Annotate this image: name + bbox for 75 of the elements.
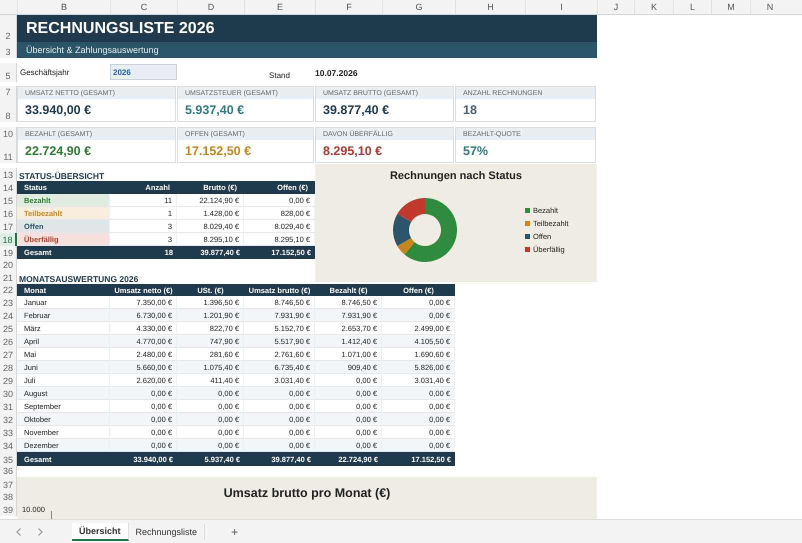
row-header[interactable]: 3 [0,42,17,58]
row-header[interactable]: 29 [0,374,17,387]
row-header[interactable]: 36 [0,466,17,477]
sheet-title: RECHNUNGSLISTE 2026 [17,15,597,42]
column-header[interactable]: M [711,0,750,14]
sheet-tab[interactable]: Übersicht [72,522,129,540]
kpi-value: 22.724,90 € [25,144,92,158]
fiscal-year-field[interactable]: 2026 [110,64,177,80]
kpi-value: 33.940,00 € [25,103,92,117]
row-header[interactable]: 24 [0,309,17,322]
row-header[interactable]: 26 [0,335,17,348]
add-sheet-button[interactable]: + [227,524,242,538]
row-header[interactable]: 11 [0,140,17,163]
row-header[interactable]: 38 [0,491,17,503]
row-header[interactable]: 2 [0,15,17,42]
fiscal-year-label: Geschäftsjahr [19,67,70,79]
column-header[interactable]: D [177,0,244,14]
kpi-value: 8.295,10 € [323,144,382,158]
column-header[interactable]: E [244,0,315,14]
chart-title: Rechnungen nach Status [390,170,522,182]
row-header[interactable]: 32 [0,413,17,426]
column-header[interactable]: I [525,0,597,14]
row-header[interactable]: 19 [0,246,17,259]
sheet-subtitle: Übersicht & Zahlungsauswertung [17,42,597,58]
row-header[interactable]: 39 [0,503,17,516]
date-value: 10.07.2026 [315,66,359,80]
kpi-value: 57% [463,144,488,158]
column-header[interactable]: G [382,0,455,14]
row-header[interactable]: 14 [0,181,17,194]
row-header[interactable]: 23 [0,296,17,309]
row-header[interactable]: 20 [0,259,17,271]
section-title: STATUS-ÜBERSICHT [18,170,106,181]
chart-title: Umsatz brutto pro Monat (€) [224,486,390,500]
column-header[interactable]: J [597,0,634,14]
kpi-value: 17.152,50 € [185,144,252,158]
row-header[interactable]: 25 [0,322,17,335]
column-header[interactable]: F [315,0,382,14]
sheet-tab[interactable]: Rechnungsliste [128,524,206,540]
row-header[interactable]: 33 [0,426,17,439]
row-header[interactable]: 21 [0,271,17,284]
column-header[interactable]: N [750,0,789,14]
row-header[interactable]: 31 [0,400,17,413]
row-header[interactable]: 37 [0,477,17,491]
legend-swatch [525,247,530,252]
legend-swatch [525,208,530,213]
section-title: MONATSAUSWERTUNG 2026 [18,273,140,284]
row-header[interactable]: 35 [0,452,17,466]
row-header[interactable]: 27 [0,348,17,361]
legend-swatch [525,221,530,226]
row-header[interactable]: 13 [0,168,17,181]
kpi-value: 18 [463,103,477,117]
legend-swatch [525,234,530,239]
kpi-value: 39.877,40 € [323,103,390,117]
column-header[interactable]: H [455,0,525,14]
axis-line [50,511,52,519]
column-header[interactable]: C [110,0,177,14]
row-header[interactable]: 15 [0,194,17,207]
date-label: Stand [268,70,291,82]
row-header[interactable]: 10 [0,127,17,140]
row-header[interactable]: 22 [0,284,17,296]
row-header[interactable]: 5 [0,63,17,82]
chevron-right-icon[interactable] [35,526,45,536]
row-header[interactable]: 17 [0,220,17,233]
row-header[interactable]: 28 [0,361,17,374]
row-header[interactable]: 30 [0,387,17,400]
row-header[interactable]: 34 [0,439,17,452]
column-header[interactable]: B [17,0,110,14]
row-header[interactable]: 16 [0,207,17,220]
row-header[interactable]: 8 [0,98,17,122]
chevron-left-icon[interactable] [14,526,24,536]
column-header[interactable]: L [673,0,711,14]
row-header[interactable]: 18 [0,233,17,246]
row-header[interactable]: 7 [0,86,17,98]
kpi-value: 5.937,40 € [185,103,244,117]
column-header[interactable]: K [634,0,673,14]
